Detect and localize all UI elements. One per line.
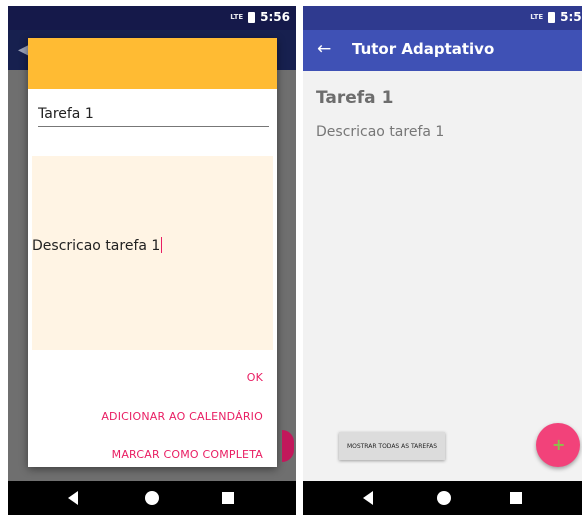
- task-description-input[interactable]: Descricao tarefa 1: [32, 156, 273, 350]
- lte-signal-icon: LTE: [530, 13, 544, 21]
- battery-icon: [548, 11, 556, 23]
- edit-task-dialog: Descricao tarefa 1 OK ADICIONAR AO CALEN…: [28, 38, 277, 467]
- back-nav-icon[interactable]: [68, 491, 78, 505]
- arrow-left-icon[interactable]: ←: [317, 39, 331, 59]
- add-to-calendar-button[interactable]: ADICIONAR AO CALENDÁRIO: [101, 410, 263, 423]
- dialog-header: [28, 38, 277, 89]
- home-nav-icon[interactable]: [145, 491, 159, 505]
- task-title: Tarefa 1: [316, 88, 394, 108]
- recents-nav-icon[interactable]: [222, 492, 234, 504]
- navigation-bar: [303, 481, 582, 515]
- task-title-input[interactable]: [38, 106, 269, 127]
- task-description: Descricao tarefa 1: [316, 124, 445, 140]
- status-bar: LTE 5:56: [303, 6, 582, 30]
- left-screen: LTE 5:56 ◀ Descricao tarefa 1 OK ADICION…: [8, 6, 296, 515]
- plus-icon: +: [552, 435, 566, 454]
- status-time: 5:56: [260, 10, 290, 24]
- add-task-fab[interactable]: +: [536, 423, 580, 467]
- navigation-bar: [8, 481, 296, 515]
- app-title: Tutor Adaptativo: [352, 40, 495, 58]
- app-bar: ← Tutor Adaptativo: [303, 30, 582, 71]
- back-nav-icon[interactable]: [363, 491, 373, 505]
- dimmed-fab: [282, 430, 294, 462]
- text-cursor: [161, 237, 163, 253]
- battery-icon: [248, 11, 256, 23]
- status-bar: LTE 5:56: [8, 6, 296, 30]
- show-all-tasks-button[interactable]: MOSTRAR TODAS AS TAREFAS: [339, 432, 445, 460]
- ok-button[interactable]: OK: [247, 371, 263, 384]
- status-time: 5:56: [560, 10, 582, 24]
- mark-complete-button[interactable]: MARCAR COMO COMPLETA: [112, 448, 263, 461]
- recents-nav-icon[interactable]: [510, 492, 522, 504]
- right-screen: LTE 5:56 ← Tutor Adaptativo Tarefa 1 Des…: [303, 6, 582, 515]
- lte-signal-icon: LTE: [230, 13, 244, 21]
- home-nav-icon[interactable]: [437, 491, 451, 505]
- description-text: Descricao tarefa 1: [32, 237, 163, 254]
